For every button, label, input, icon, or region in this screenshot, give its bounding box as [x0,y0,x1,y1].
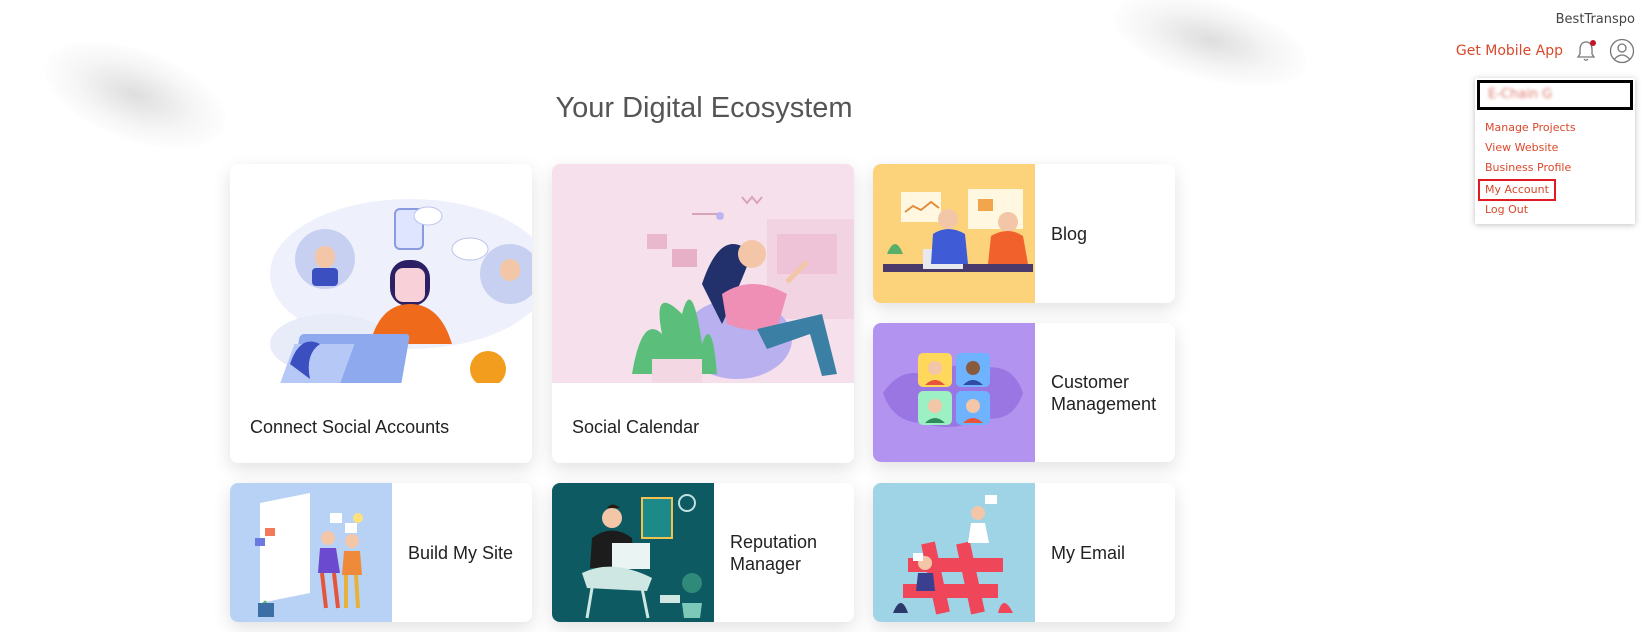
menu-item-my-account[interactable]: My Account [1478,179,1556,201]
get-mobile-app-link[interactable]: Get Mobile App [1456,43,1563,59]
card-connect-social-accounts[interactable]: Connect Social Accounts [230,164,532,463]
menu-item-log-out[interactable]: Log Out [1485,200,1576,220]
reputation-manager-illustration [552,483,714,622]
customer-management-illustration [873,323,1035,462]
card-label: Customer Management [1051,371,1157,414]
account-button[interactable] [1609,38,1635,64]
menu-item-manage-projects[interactable]: Manage Projects [1485,118,1576,138]
card-customer-management[interactable]: Customer Management [873,323,1175,462]
menu-item-view-website[interactable]: View Website [1485,138,1576,158]
card-label: My Email [1051,542,1126,563]
page-title: Your Digital Ecosystem [555,92,853,124]
social-calendar-illustration [552,164,854,383]
card-reputation-manager[interactable]: Reputation Manager [552,483,854,622]
card-label: Blog [1051,223,1088,244]
user-circle-icon [1609,38,1635,64]
account-menu-list: Manage Projects View Website Business Pr… [1478,118,1576,220]
card-my-email[interactable]: My Email [873,483,1175,622]
menu-item-business-profile[interactable]: Business Profile [1485,158,1576,178]
top-bar: Get Mobile App [1456,38,1635,64]
my-email-illustration [873,483,1035,622]
card-social-calendar[interactable]: Social Calendar [552,164,854,463]
user-name: E-Chain G [1488,87,1553,102]
background-smudge [1103,0,1317,105]
card-label: Build My Site [408,542,514,563]
account-user-name: E-Chain G [1477,80,1633,110]
card-label: Connect Social Accounts [250,417,450,437]
card-label: Social Calendar [572,417,700,437]
card-blog[interactable]: Blog [873,164,1175,303]
account-dropdown: E-Chain G Manage Projects View Website B… [1475,78,1635,224]
blog-illustration [873,164,1035,303]
notification-dot [1590,40,1596,46]
notifications-button[interactable] [1573,38,1599,64]
brand-name: BestTranspo [1555,12,1635,27]
card-label: Reputation Manager [730,531,818,574]
card-build-my-site[interactable]: Build My Site [230,483,532,622]
build-my-site-illustration [230,483,392,622]
social-accounts-illustration [230,164,532,383]
